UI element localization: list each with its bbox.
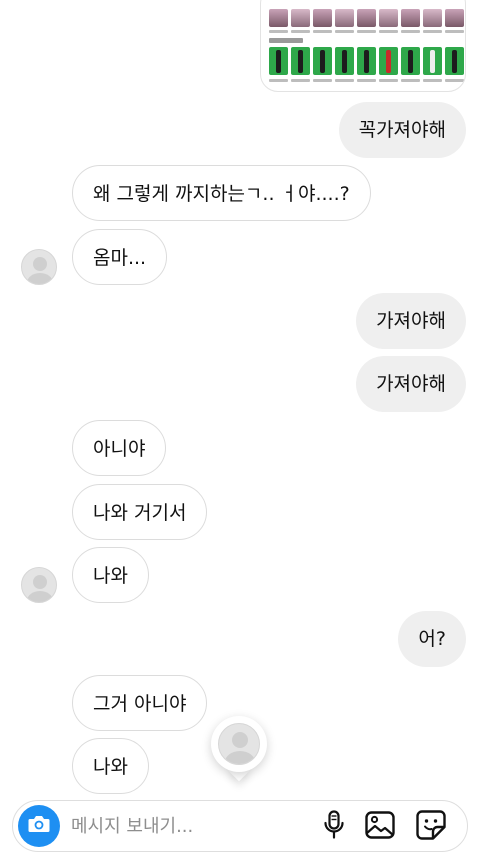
photo-captions-bottom [269, 79, 464, 82]
sender-avatar[interactable] [21, 249, 57, 285]
message-input[interactable] [71, 809, 301, 843]
sender-avatar[interactable] [21, 567, 57, 603]
avatar-body [27, 273, 53, 284]
seen-indicator-avatar [211, 716, 267, 786]
sticker-icon [416, 810, 446, 844]
seen-avatar [218, 723, 260, 765]
incoming-message[interactable]: 그거 아니야 [72, 675, 208, 731]
outgoing-message[interactable]: 꼭가져야해 [338, 102, 466, 158]
message-thread: 꼭가져야해 왜 그렇게 까지하는ㄱ.. ㅓ야....? 옴마... 가져야해 가… [0, 0, 480, 853]
avatar-head [33, 575, 47, 589]
gallery-icon [365, 811, 395, 843]
photo-strip-bottom [269, 47, 464, 75]
photo-strip-top [269, 9, 464, 27]
incoming-message[interactable]: 옴마... [72, 229, 168, 285]
incoming-message[interactable]: 나와 거기서 [72, 484, 208, 540]
message-composer [12, 800, 468, 852]
microphone-icon [323, 810, 345, 844]
gallery-button[interactable] [365, 811, 395, 843]
voice-message-button[interactable] [319, 810, 349, 844]
sticker-button[interactable] [416, 810, 446, 844]
incoming-message[interactable]: 나와 [72, 547, 149, 603]
outgoing-message[interactable]: 가져야해 [356, 293, 466, 349]
incoming-message[interactable]: 아니야 [72, 420, 167, 476]
incoming-message[interactable]: 왜 그렇게 까지하는ㄱ.. ㅓ야....? [72, 165, 371, 221]
camera-button[interactable] [18, 805, 60, 847]
incoming-message[interactable]: 나와 [72, 738, 149, 794]
avatar-body [27, 591, 53, 602]
outgoing-message[interactable]: 가져야해 [356, 356, 466, 412]
photo-tag [269, 38, 303, 43]
avatar-body [225, 751, 255, 764]
camera-icon [27, 814, 51, 838]
shared-image-message[interactable] [260, 0, 466, 92]
avatar-head [232, 732, 248, 748]
avatar-head [33, 257, 47, 271]
outgoing-message[interactable]: 어? [398, 611, 466, 667]
photo-captions-top [269, 30, 464, 33]
